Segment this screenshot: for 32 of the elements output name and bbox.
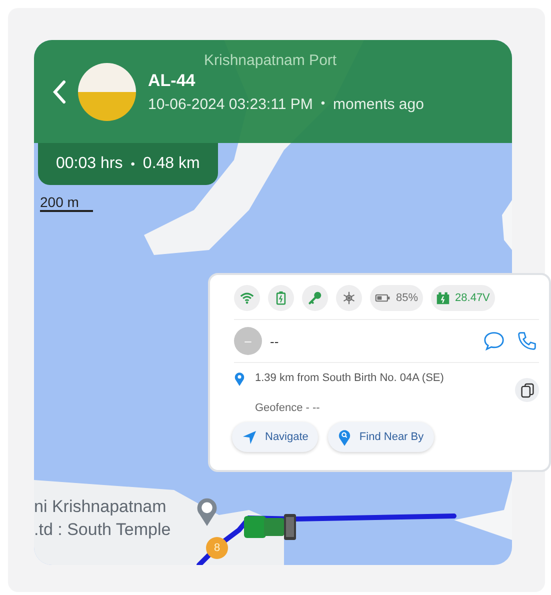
vehicle-title: AL-44 (148, 70, 196, 90)
find-nearby-button[interactable]: Find Near By (328, 422, 434, 452)
trip-distance: 0.48 km (142, 155, 200, 173)
search-pin-icon (338, 428, 352, 446)
copy-button[interactable] (515, 378, 539, 402)
driver-avatar: – (234, 327, 262, 355)
location-text: 1.39 km from South Birth No. 04A (SE) (255, 372, 445, 384)
chip-text: 28.47V (455, 292, 490, 304)
back-button[interactable] (52, 80, 66, 104)
location-pin-icon (234, 372, 245, 386)
call-button[interactable] (515, 331, 539, 351)
map-label: .td : South Temple (34, 520, 171, 540)
truck-icon (244, 513, 298, 541)
separator-dot: • (130, 157, 135, 171)
driver-name: -- (270, 334, 279, 348)
scale-bar: 200 m (40, 194, 93, 212)
message-button[interactable] (481, 331, 507, 351)
temple-pin-icon (196, 498, 218, 526)
chip-text: 85% (396, 292, 418, 304)
navigate-button[interactable]: Navigate (232, 422, 318, 452)
navigation-arrow-icon (242, 430, 257, 444)
copy-icon (520, 382, 534, 398)
back-icon (52, 80, 66, 104)
last-update: moments ago (333, 96, 424, 112)
trip-duration: 00:03 hrs (56, 155, 123, 173)
phone-icon (517, 331, 537, 351)
chat-bubble-icon (483, 331, 505, 351)
separator-dot: • (320, 96, 326, 112)
map-label: Krishnapatnam Port (204, 52, 337, 69)
geofence-text: Geofence - -- (255, 402, 321, 414)
timestamp: 10-06-2024 03:23:11 PM (148, 96, 313, 112)
map-label: ni Krishnapatnam (34, 497, 166, 517)
